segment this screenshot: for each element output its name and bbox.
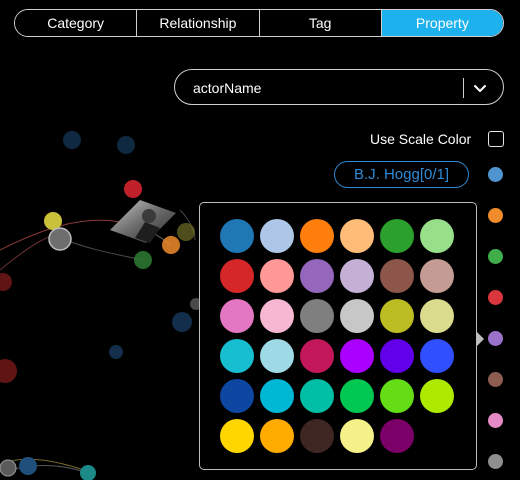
color-swatch[interactable] <box>380 339 414 373</box>
color-swatch[interactable] <box>220 299 254 333</box>
property-select-value: actorName <box>193 80 262 96</box>
graph-node <box>0 459 17 477</box>
graph-node <box>0 359 17 383</box>
color-swatch[interactable] <box>420 219 454 253</box>
color-swatch[interactable] <box>260 379 294 413</box>
graph-node <box>63 131 81 149</box>
color-swatch[interactable] <box>300 339 334 373</box>
color-swatch[interactable] <box>300 219 334 253</box>
color-swatch[interactable] <box>340 379 374 413</box>
color-swatch[interactable] <box>420 339 454 373</box>
graph-node <box>117 136 135 154</box>
graph-node <box>80 465 96 480</box>
color-swatch[interactable] <box>380 299 414 333</box>
value-color-swatch[interactable] <box>488 331 503 346</box>
color-swatch[interactable] <box>420 299 454 333</box>
graph-node <box>162 236 180 254</box>
color-swatch[interactable] <box>420 379 454 413</box>
color-swatch[interactable] <box>220 339 254 373</box>
color-swatch[interactable] <box>220 219 254 253</box>
color-swatch[interactable] <box>260 219 294 253</box>
graph-node <box>109 345 123 359</box>
select-divider <box>463 78 464 98</box>
color-swatch[interactable] <box>300 379 334 413</box>
selected-value-pill[interactable]: B.J. Hogg[0/1] <box>334 161 469 188</box>
scale-color-checkbox[interactable] <box>488 131 504 147</box>
tab-relationship[interactable]: Relationship <box>137 10 260 36</box>
selected-value-label: B.J. Hogg[0/1] <box>353 166 450 183</box>
tab-tag[interactable]: Tag <box>259 10 382 36</box>
color-swatch[interactable] <box>380 419 414 453</box>
color-swatch[interactable] <box>380 219 414 253</box>
color-swatch[interactable] <box>300 419 334 453</box>
color-swatch[interactable] <box>340 259 374 293</box>
graph-node <box>124 180 142 198</box>
graph-node <box>134 251 152 269</box>
color-palette <box>220 219 454 453</box>
popover-arrow <box>476 331 484 347</box>
color-swatch[interactable] <box>260 419 294 453</box>
graph-node <box>177 223 195 241</box>
color-swatch[interactable] <box>340 339 374 373</box>
tab-category[interactable]: Category <box>15 10 138 36</box>
color-swatch[interactable] <box>260 299 294 333</box>
value-color-swatch[interactable] <box>488 167 503 182</box>
mode-tabs: Category Relationship Tag Property <box>14 9 504 37</box>
value-color-swatch[interactable] <box>488 208 503 223</box>
value-color-swatch[interactable] <box>488 290 503 305</box>
color-swatch[interactable] <box>420 259 454 293</box>
value-color-swatch[interactable] <box>488 249 503 264</box>
color-swatch[interactable] <box>380 379 414 413</box>
color-swatch[interactable] <box>220 379 254 413</box>
value-color-swatch[interactable] <box>488 454 503 469</box>
property-select[interactable]: actorName <box>174 69 504 105</box>
value-color-swatch[interactable] <box>488 413 503 428</box>
actor-photo-node[interactable] <box>110 200 176 243</box>
color-swatch[interactable] <box>300 299 334 333</box>
scale-color-label: Use Scale Color <box>370 131 472 147</box>
color-swatch[interactable] <box>220 419 254 453</box>
graph-node <box>0 273 12 291</box>
color-swatch[interactable] <box>260 259 294 293</box>
color-swatch[interactable] <box>260 339 294 373</box>
chevron-down-icon[interactable] <box>472 80 488 96</box>
color-swatch[interactable] <box>340 419 374 453</box>
graph-node <box>172 312 192 332</box>
tab-property[interactable]: Property <box>381 10 503 36</box>
color-picker-popover <box>199 202 477 470</box>
color-swatch[interactable] <box>340 299 374 333</box>
graph-nodes[interactable] <box>0 131 202 480</box>
graph-node <box>19 457 37 475</box>
value-color-swatch[interactable] <box>488 372 503 387</box>
color-swatch[interactable] <box>300 259 334 293</box>
color-swatch[interactable] <box>220 259 254 293</box>
color-swatch[interactable] <box>380 259 414 293</box>
color-swatch[interactable] <box>340 219 374 253</box>
graph-node <box>48 227 72 251</box>
